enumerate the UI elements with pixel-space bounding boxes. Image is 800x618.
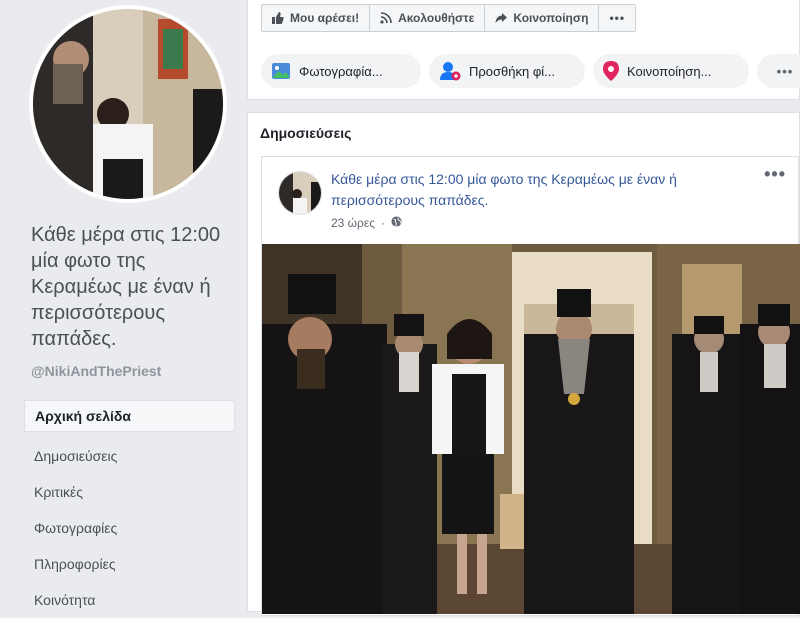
nav-item-home[interactable]: Αρχική σελίδα	[24, 400, 235, 432]
check-in-label: Κοινοποίηση...	[627, 63, 712, 79]
tag-friends-label: Προσθήκη φί...	[469, 63, 555, 79]
profile-picture[interactable]	[29, 5, 227, 203]
left-column: Κάθε μέρα στις 12:00 μία φωτο της Κεραμέ…	[0, 0, 246, 608]
like-button[interactable]: Μου αρέσει!	[261, 4, 371, 32]
photo-icon	[271, 62, 291, 80]
more-dots-icon: •••	[776, 63, 794, 79]
more-actions-button[interactable]: •••	[599, 4, 637, 32]
share-arrow-icon	[495, 12, 508, 24]
post-avatar[interactable]	[278, 171, 322, 215]
post-title-link[interactable]: Κάθε μέρα στις 12:00 μία φωτο της Κεραμέ…	[331, 169, 751, 211]
globe-icon[interactable]	[391, 216, 402, 230]
tag-friends-icon	[439, 61, 461, 81]
page-actions: Μου αρέσει! Ακολουθήστε Κοινοποίηση •••	[261, 4, 637, 32]
post-photo-image	[262, 244, 800, 614]
share-button[interactable]: Κοινοποίηση	[485, 4, 600, 32]
right-column: Μου αρέσει! Ακολουθήστε Κοινοποίηση •••	[247, 0, 800, 616]
follow-button[interactable]: Ακολουθήστε	[370, 4, 486, 32]
more-dots-icon: •••	[609, 11, 626, 25]
profile-photo-image	[33, 9, 223, 199]
nav-item-photos[interactable]: Φωτογραφίες	[24, 510, 235, 546]
follow-label: Ακολουθήστε	[398, 11, 475, 25]
post-meta: 23 ώρες ·	[331, 216, 402, 230]
photo-video-button[interactable]: Φωτογραφία...	[261, 54, 421, 88]
posts-section: Δημοσιεύσεις Κάθε μέρα στις 12:00 μία φω…	[247, 112, 800, 616]
nav-item-reviews[interactable]: Κριτικές	[24, 474, 235, 510]
nav-item-posts[interactable]: Δημοσιεύσεις	[24, 438, 235, 474]
tag-friends-button[interactable]: Προσθήκη φί...	[429, 54, 585, 88]
post-timestamp[interactable]: 23 ώρες	[331, 216, 375, 230]
nav-item-community[interactable]: Κοινότητα	[24, 582, 235, 618]
post-photo[interactable]	[262, 244, 800, 614]
like-label: Μου αρέσει!	[290, 11, 360, 25]
dot-separator: ·	[381, 216, 386, 230]
page-nav: Αρχική σελίδα Δημοσιεύσεις Κριτικές Φωτο…	[24, 400, 235, 618]
page-name: Κάθε μέρα στις 12:00 μία φωτο της Κεραμέ…	[31, 224, 221, 350]
rss-icon	[380, 12, 392, 24]
photo-video-label: Φωτογραφία...	[299, 63, 383, 79]
check-in-button[interactable]: Κοινοποίηση...	[593, 54, 749, 88]
page-handle[interactable]: @NikiAndThePriest	[31, 363, 161, 379]
composer-actions: Φωτογραφία... Προσθήκη φί... Κοινοποίηση…	[261, 54, 800, 88]
action-card: Μου αρέσει! Ακολουθήστε Κοινοποίηση •••	[247, 0, 800, 100]
posts-heading: Δημοσιεύσεις	[260, 125, 352, 141]
share-label: Κοινοποίηση	[513, 11, 589, 25]
post-card: Κάθε μέρα στις 12:00 μία φωτο της Κεραμέ…	[261, 156, 800, 616]
nav-item-about[interactable]: Πληροφορίες	[24, 546, 235, 582]
post-options-button[interactable]: •••	[764, 165, 786, 183]
thumbs-up-icon	[272, 12, 284, 24]
more-composer-button[interactable]: •••	[757, 54, 800, 88]
location-pin-icon	[603, 61, 619, 81]
